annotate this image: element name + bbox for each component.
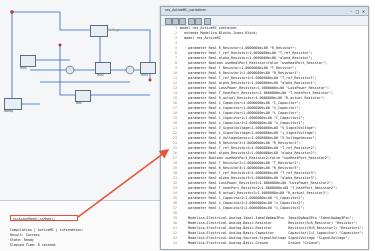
callout-arrow	[77, 149, 170, 218]
